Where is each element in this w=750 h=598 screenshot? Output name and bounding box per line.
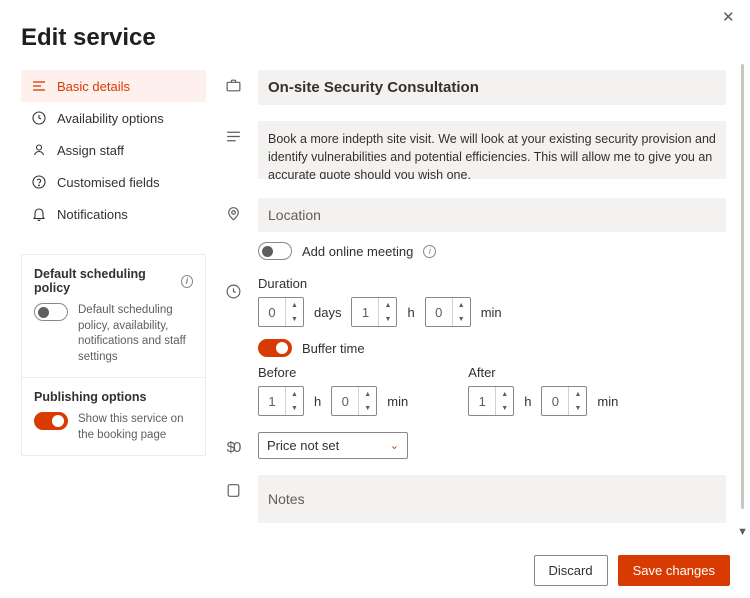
nav-customised-fields[interactable]: Customised fields [21,166,206,198]
card-title: Default scheduling policy [34,267,175,295]
buffer-after-min-stepper[interactable]: ▲▼ [541,386,587,416]
description-icon [224,127,242,145]
scheduling-policy-toggle[interactable] [34,303,68,321]
nav-availability-options[interactable]: Availability options [21,102,206,134]
sidebar: Basic details Availability options Assig… [21,70,206,528]
buffer-after-h-stepper[interactable]: ▲▼ [468,386,514,416]
close-icon[interactable]: ✕ [722,10,738,26]
chevron-down-icon: ⌄ [390,439,399,452]
save-button[interactable]: Save changes [618,555,730,586]
service-description-input[interactable]: Book a more indepth site visit. We will … [258,121,726,179]
buffer-time-toggle[interactable] [258,339,292,357]
duration-hours-stepper[interactable]: ▲▼ [351,297,397,327]
lines-icon [31,78,47,94]
notes-icon [224,481,242,499]
duration-mins-stepper[interactable]: ▲▼ [425,297,471,327]
bell-icon [31,206,47,222]
publishing-options-card: Publishing options Show this service on … [22,377,205,455]
card-title: Publishing options [34,390,147,404]
price-icon: $0 [224,438,242,456]
nav-label: Availability options [57,111,164,126]
card-desc: Show this service on the booking page [78,412,193,443]
person-icon [31,142,47,158]
scrollbar[interactable] [741,64,744,522]
buffer-before-h-stepper[interactable]: ▲▼ [258,386,304,416]
location-icon [224,204,242,222]
scheduling-policy-card: Default scheduling policy i Default sche… [22,255,205,377]
price-select[interactable]: Price not set ⌄ [258,432,408,459]
duration-days-stepper[interactable]: ▲▼ [258,297,304,327]
online-meeting-toggle[interactable] [258,242,292,260]
online-meeting-label: Add online meeting [302,244,413,259]
info-icon[interactable]: i [181,275,193,288]
buffer-before-min-stepper[interactable]: ▲▼ [331,386,377,416]
nav-label: Assign staff [57,143,124,158]
clock-icon [31,110,47,126]
service-title-input[interactable] [258,70,726,105]
buffer-time-label: Buffer time [302,341,365,356]
page-title: Edit service [0,0,750,70]
publishing-toggle[interactable] [34,412,68,430]
info-icon[interactable]: i [423,245,436,258]
nav-label: Notifications [57,207,128,222]
discard-button[interactable]: Discard [534,555,608,586]
nav-assign-staff[interactable]: Assign staff [21,134,206,166]
question-icon [31,174,47,190]
nav-label: Basic details [57,79,130,94]
briefcase-icon [224,76,242,94]
nav-notifications[interactable]: Notifications [21,198,206,230]
footer: Discard Save changes [0,543,750,598]
card-desc: Default scheduling policy, availability,… [78,303,193,365]
chevron-down-icon[interactable]: ▼ [737,526,748,538]
nav-label: Customised fields [57,175,160,190]
location-input[interactable] [258,198,726,232]
buffer-after-label: After [468,365,618,380]
clock-icon [224,282,242,300]
nav-basic-details[interactable]: Basic details [21,70,206,102]
buffer-before-label: Before [258,365,408,380]
notes-input[interactable] [258,475,726,523]
duration-label: Duration [258,276,726,291]
form-main: Book a more indepth site visit. We will … [206,70,750,528]
